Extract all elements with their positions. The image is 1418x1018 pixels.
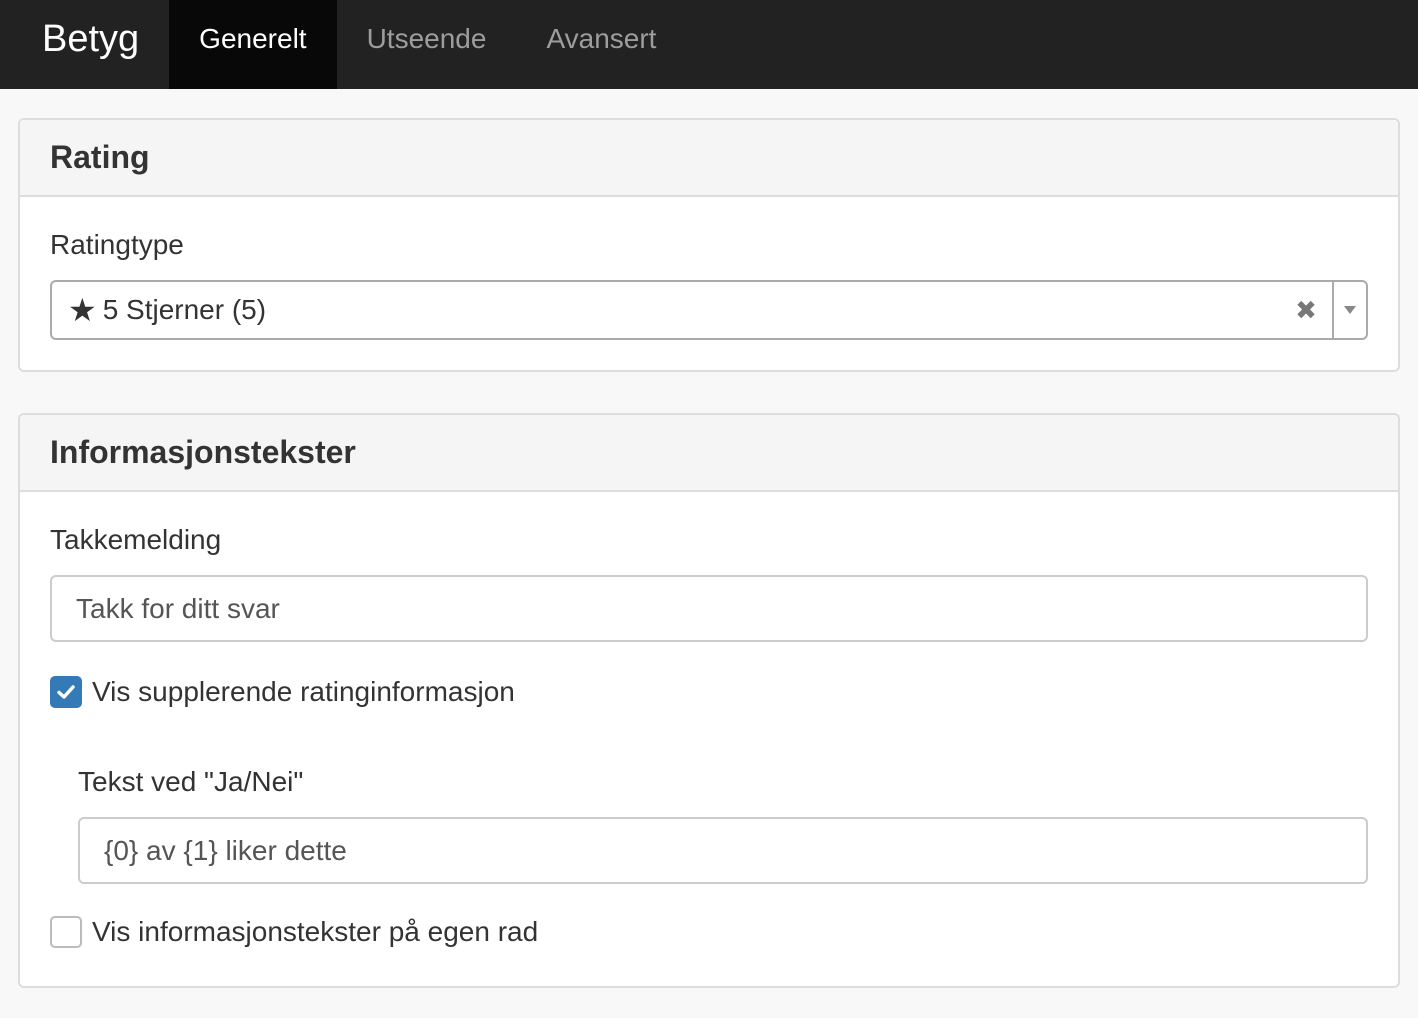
rating-type-select[interactable]: ★ 5 Stjerner (5) ✖: [50, 280, 1368, 340]
rating-panel-heading: Rating: [20, 120, 1398, 197]
own-row-checkbox-row[interactable]: Vis informasjonstekster på egen rad: [50, 916, 1368, 948]
info-texts-panel-body: Takkemelding Vis supplerende ratinginfor…: [20, 492, 1398, 986]
brand-title: Betyg: [42, 18, 140, 60]
yes-no-text-label: Tekst ved "Ja/Nei": [78, 766, 304, 797]
own-row-label: Vis informasjonstekster på egen rad: [92, 916, 539, 947]
rating-type-selected[interactable]: ★ 5 Stjerner (5): [52, 291, 1280, 329]
tab-avansert[interactable]: Avansert: [516, 0, 686, 89]
star-icon: ★: [68, 292, 97, 328]
rating-panel-body: Ratingtype ★ 5 Stjerner (5) ✖: [20, 197, 1398, 370]
info-texts-panel: Informasjonstekster Takkemelding Vis sup…: [18, 413, 1400, 988]
thanks-message-label: Takkemelding: [50, 524, 222, 555]
checkmark-icon: [57, 685, 75, 699]
info-texts-panel-title: Informasjonstekster: [50, 434, 356, 470]
yes-no-text-section: Tekst ved "Ja/Nei": [50, 766, 1368, 884]
yes-no-text-input[interactable]: [78, 817, 1368, 884]
own-row-checkbox[interactable]: [50, 916, 82, 948]
thanks-message-input[interactable]: [50, 575, 1368, 642]
show-supplementary-label: Vis supplerende ratinginformasjon: [92, 676, 515, 707]
main-content: Rating Ratingtype ★ 5 Stjerner (5) ✖ Inf…: [0, 89, 1418, 988]
info-texts-panel-heading: Informasjonstekster: [20, 415, 1398, 492]
rating-panel-title: Rating: [50, 139, 150, 175]
tab-generelt[interactable]: Generelt: [169, 0, 337, 89]
show-supplementary-checkbox[interactable]: [50, 676, 82, 708]
rating-panel: Rating Ratingtype ★ 5 Stjerner (5) ✖: [18, 118, 1400, 372]
show-supplementary-checkbox-row[interactable]: Vis supplerende ratinginformasjon: [50, 676, 1368, 708]
tab-utseende[interactable]: Utseende: [337, 0, 517, 89]
clear-selection-icon[interactable]: ✖: [1280, 295, 1332, 326]
top-navbar: Betyg Generelt Utseende Avansert: [0, 0, 1418, 89]
rating-type-value: 5 Stjerner (5): [102, 294, 267, 325]
caret-down-icon: [1344, 306, 1356, 314]
dropdown-toggle[interactable]: [1332, 282, 1366, 338]
rating-type-label: Ratingtype: [50, 229, 184, 260]
